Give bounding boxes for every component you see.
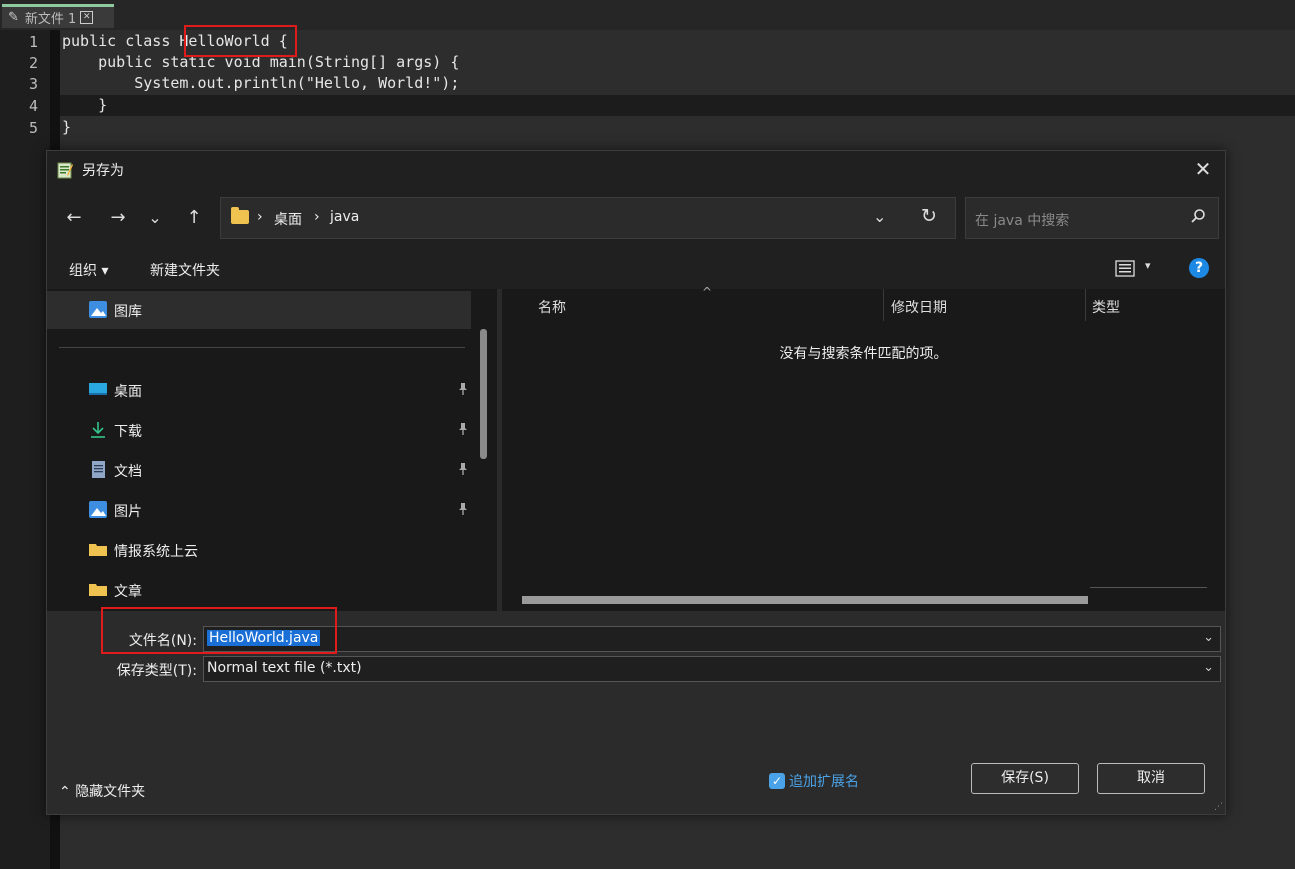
forward-button[interactable]: →	[107, 207, 129, 229]
filetype-label: 保存类型(T):	[116, 663, 197, 679]
nav-item-label: 文档	[114, 464, 142, 480]
pictures-icon	[89, 501, 107, 518]
hide-folders-toggle[interactable]: ⌃ 隐藏文件夹	[59, 781, 145, 801]
nav-item-downloads[interactable]: 下载	[47, 411, 471, 449]
up-button[interactable]: ↑	[183, 207, 205, 229]
close-button[interactable]: ✕	[1191, 157, 1215, 181]
notepad-app-icon	[57, 162, 73, 179]
code-line: }	[62, 96, 108, 114]
filename-highlight-box	[101, 607, 337, 654]
save-as-dialog: 另存为 ✕ ← → ⌄ ↑ › 桌面 › java ⌄ ↻ 在 java 中搜索…	[46, 150, 1226, 815]
nav-item-label: 下载	[114, 424, 142, 440]
breadcrumb-separator: ›	[314, 209, 320, 225]
nav-item-folder[interactable]: 情报系统上云	[47, 531, 471, 569]
breadcrumb-java[interactable]: java	[330, 209, 359, 225]
append-extension-checkbox[interactable]: ✓	[769, 773, 785, 789]
pin-icon[interactable]	[457, 462, 469, 476]
download-icon	[91, 422, 105, 438]
column-header-date[interactable]: 修改日期	[891, 297, 947, 317]
append-extension-label[interactable]: 追加扩展名	[789, 771, 859, 791]
hide-folders-label: 隐藏文件夹	[75, 784, 146, 800]
breadcrumb-desktop[interactable]: 桌面	[274, 209, 302, 229]
line-number: 2	[28, 54, 38, 72]
folder-icon	[231, 207, 249, 224]
current-line-highlight	[60, 95, 1295, 116]
new-folder-button[interactable]: 新建文件夹	[150, 260, 220, 280]
sort-ascending-icon: ^	[702, 285, 713, 299]
classname-highlight-box	[184, 25, 297, 57]
pin-icon[interactable]	[457, 502, 469, 516]
nav-item-pictures[interactable]: 图片	[47, 491, 471, 529]
dialog-title: 另存为	[82, 163, 124, 179]
filetype-select[interactable]: Normal text file (*.txt) ⌄	[203, 656, 1221, 682]
line-number: 1	[28, 33, 38, 51]
search-placeholder: 在 java 中搜索	[975, 213, 1070, 229]
empty-message: 没有与搜索条件匹配的项。	[779, 346, 948, 362]
nav-item-label: 桌面	[114, 384, 142, 400]
recent-locations-button[interactable]: ⌄	[144, 207, 166, 229]
folder-icon	[89, 544, 107, 556]
dialog-titlebar[interactable]: 另存为 ✕	[47, 151, 1225, 189]
resize-grip-icon[interactable]: ⋰	[1214, 802, 1223, 812]
nav-item-desktop[interactable]: 桌面	[47, 371, 471, 409]
gallery-icon	[89, 301, 107, 318]
nav-pane-scrollbar[interactable]	[480, 329, 487, 459]
tab-label: 新文件 1	[24, 12, 77, 27]
file-list[interactable]: ^ 名称 修改日期 类型 没有与搜索条件匹配的项。	[502, 285, 1225, 611]
chevron-down-icon[interactable]: ⌄	[1203, 630, 1214, 645]
refresh-icon[interactable]: ↻	[921, 205, 937, 227]
command-bar: 组织 ▾ 新建文件夹 ▾ ?	[47, 249, 1225, 289]
back-button[interactable]: ←	[63, 207, 85, 229]
chevron-up-icon: ⌃	[59, 784, 71, 800]
editor-tab[interactable]: ✎ 新文件 1 ✕	[2, 4, 114, 28]
filetype-value: Normal text file (*.txt)	[207, 660, 362, 676]
breadcrumb-separator: ›	[257, 209, 263, 225]
nav-item-documents[interactable]: 文档	[47, 451, 471, 489]
line-number: 5	[28, 119, 38, 137]
cancel-button[interactable]: 取消	[1097, 763, 1205, 794]
nav-item-label: 图片	[114, 504, 142, 520]
search-icon[interactable]	[1190, 208, 1206, 224]
view-dropdown-icon[interactable]: ▾	[1145, 259, 1151, 272]
nav-item-folder[interactable]: 文章	[47, 571, 471, 609]
pin-icon[interactable]	[457, 382, 469, 396]
chevron-down-icon[interactable]: ⌄	[1203, 660, 1214, 675]
nav-item-label: 情报系统上云	[114, 544, 198, 560]
navigation-bar: ← → ⌄ ↑ › 桌面 › java ⌄ ↻ 在 java 中搜索	[47, 189, 1225, 247]
view-options-icon[interactable]	[1115, 260, 1135, 277]
search-input[interactable]: 在 java 中搜索	[965, 197, 1219, 239]
tab-close-icon[interactable]: ✕	[80, 11, 94, 24]
line-number: 4	[28, 97, 38, 115]
column-header-name[interactable]: 名称	[538, 297, 566, 317]
pin-icon[interactable]	[457, 422, 469, 436]
line-number: 3	[28, 75, 38, 93]
nav-divider	[59, 347, 465, 348]
desktop-icon	[89, 383, 107, 395]
nav-item-label: 文章	[114, 584, 142, 600]
filename-field[interactable]: HelloWorld.java ⌄	[203, 626, 1221, 652]
nav-item-gallery[interactable]: 图库	[47, 291, 471, 329]
folder-icon	[89, 584, 107, 596]
help-icon[interactable]: ?	[1189, 258, 1209, 278]
navigation-pane: 图库 桌面 下载 文档 图片 情报系统上云 文章	[47, 289, 497, 611]
column-separator[interactable]	[1085, 289, 1086, 321]
document-icon	[92, 461, 105, 478]
code-line: }	[62, 118, 72, 136]
chevron-down-icon[interactable]: ⌄	[873, 207, 886, 226]
address-bar[interactable]: › 桌面 › java ⌄ ↻	[220, 197, 956, 239]
horizontal-scrollbar[interactable]	[522, 596, 1088, 604]
divider	[1090, 587, 1207, 588]
save-button[interactable]: 保存(S)	[971, 763, 1079, 794]
organize-menu[interactable]: 组织 ▾	[69, 260, 108, 280]
column-separator[interactable]	[883, 289, 884, 321]
nav-item-label: 图库	[114, 304, 142, 320]
column-header-type[interactable]: 类型	[1092, 297, 1120, 317]
code-line: System.out.println("Hello, World!");	[62, 74, 460, 92]
pencil-icon: ✎	[8, 10, 19, 25]
